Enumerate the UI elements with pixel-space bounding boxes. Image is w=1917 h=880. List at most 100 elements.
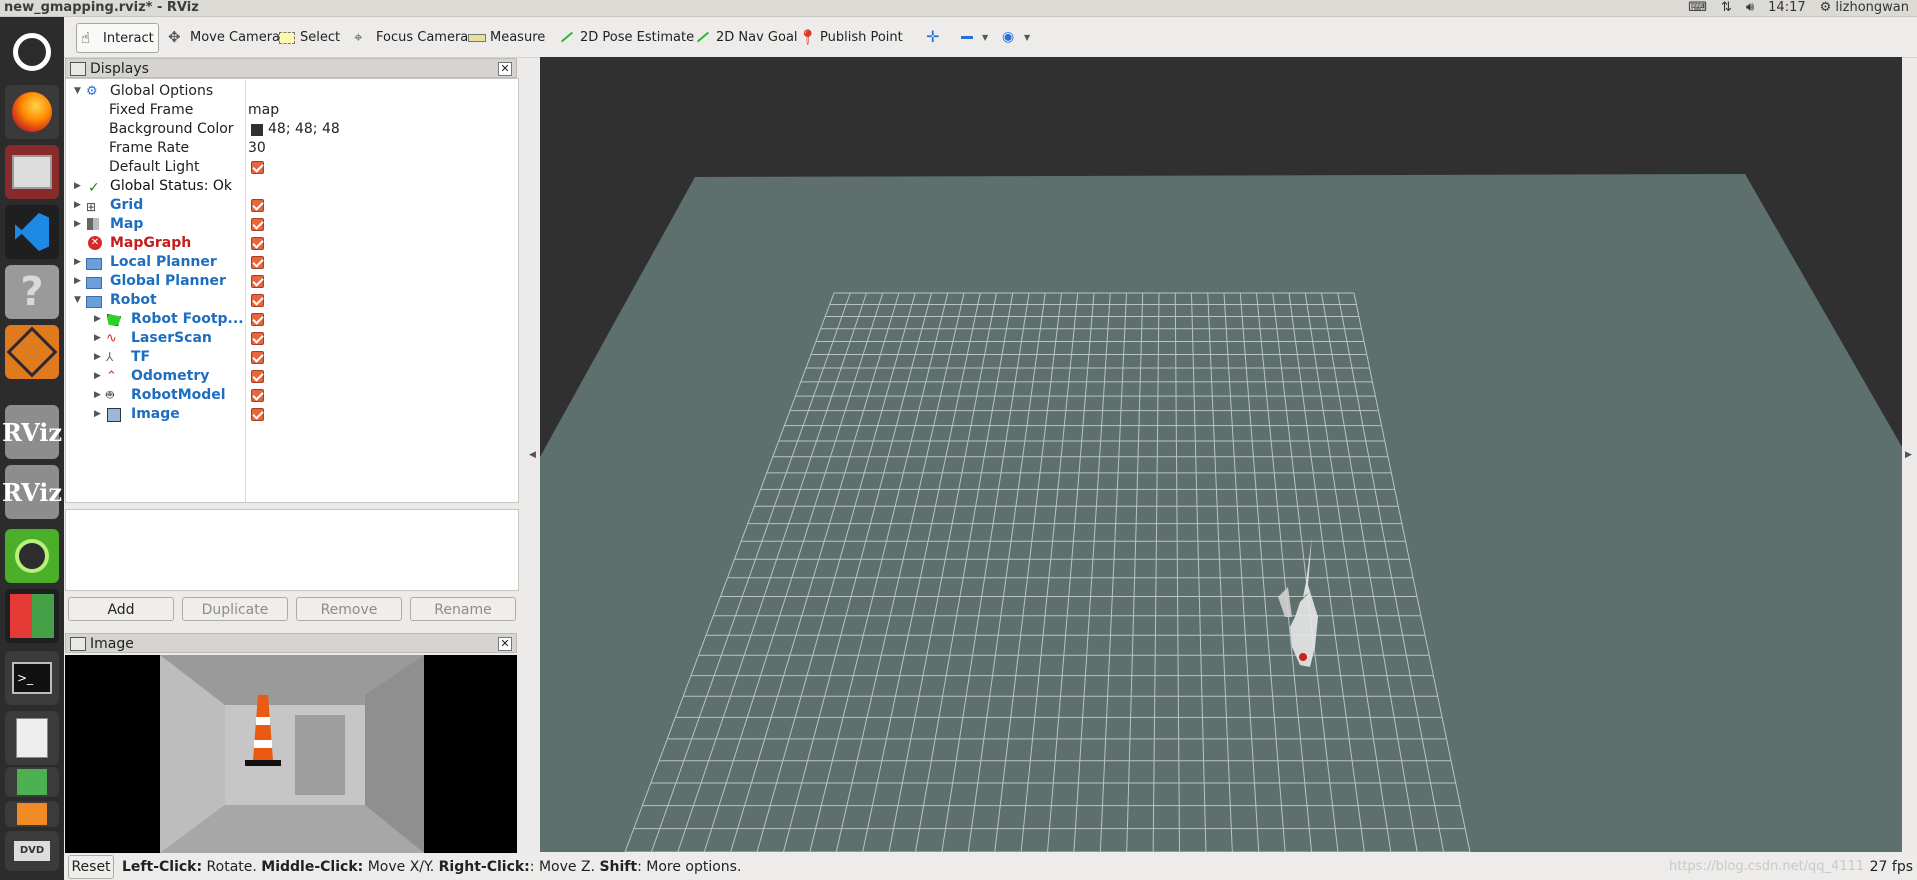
expanded-arrow-icon[interactable]: ▼ — [74, 86, 84, 96]
tree-row-default-light[interactable]: Default Light — [66, 158, 516, 177]
display-enabled-checkbox[interactable] — [251, 351, 264, 364]
image-icon — [106, 407, 121, 422]
display-label: Robot Footp... — [131, 311, 244, 327]
collapsed-arrow-icon[interactable]: ▶ — [74, 181, 84, 191]
tree-row-odometry[interactable]: ▶ ⌃ Odometry — [66, 367, 516, 386]
display-enabled-checkbox[interactable] — [251, 408, 264, 421]
tree-row-grid[interactable]: ▶ ⊞ Grid — [66, 196, 516, 215]
color-swatch[interactable] — [251, 124, 263, 136]
ubuntu-home-icon[interactable] — [5, 25, 59, 79]
package-icon[interactable] — [5, 325, 59, 379]
display-enabled-checkbox[interactable] — [251, 275, 264, 288]
measure-tool-button[interactable]: Measure — [464, 23, 549, 51]
minus-icon — [960, 29, 976, 45]
default-light-checkbox[interactable] — [251, 161, 264, 174]
dvd-icon[interactable]: DVD — [5, 831, 59, 871]
collapsed-arrow-icon[interactable]: ▶ — [94, 371, 104, 381]
files-icon[interactable] — [5, 145, 59, 199]
display-enabled-checkbox[interactable] — [251, 370, 264, 383]
splitter-left-arrow-icon[interactable]: ◀ — [529, 450, 536, 460]
terminal-icon[interactable]: >_ — [5, 651, 59, 705]
collapsed-arrow-icon[interactable]: ▶ — [94, 390, 104, 400]
focus-camera-tool-button[interactable]: ⌖ Focus Camera — [350, 23, 472, 51]
remove-tool-button[interactable]: ▼ — [956, 23, 992, 51]
keyboard-icon[interactable]: ⌨ — [1688, 0, 1707, 15]
panels-menu-button[interactable]: ◉ ▼ — [998, 23, 1034, 51]
tree-row-local-planner[interactable]: ▶ Local Planner — [66, 253, 516, 272]
hint-text: Rotate. — [202, 859, 262, 875]
interact-tool-button[interactable]: ☝ Interact — [76, 23, 159, 53]
clock[interactable]: 14:17 — [1768, 0, 1805, 15]
display-enabled-checkbox[interactable] — [251, 294, 264, 307]
splitter-right-arrow-icon[interactable]: ▶ — [1905, 450, 1912, 460]
tree-row-robot-footprint[interactable]: ▶ Robot Footp... — [66, 310, 516, 329]
nav-goal-tool-button[interactable]: 2D Nav Goal — [690, 23, 802, 51]
rviz-icon-2[interactable]: RViz — [2, 465, 62, 519]
collapsed-arrow-icon[interactable]: ▶ — [94, 352, 104, 362]
tree-row-image[interactable]: ▶ Image — [66, 405, 516, 424]
map-grid-scene[interactable] — [540, 57, 1902, 852]
user-menu[interactable]: ⚙ lizhongwan — [1820, 0, 1909, 15]
3d-render-view[interactable] — [540, 57, 1902, 852]
add-display-button[interactable]: Add — [68, 597, 174, 621]
spreadsheet-icon[interactable] — [5, 767, 59, 797]
folder-icon — [86, 274, 102, 289]
collapsed-arrow-icon[interactable]: ▶ — [94, 409, 104, 419]
rename-display-button[interactable]: Rename — [410, 597, 516, 621]
hint-text: : Move Z. — [529, 859, 600, 875]
collapsed-arrow-icon[interactable]: ▶ — [74, 200, 84, 210]
tree-row-fixed-frame[interactable]: Fixed Frame map — [66, 101, 516, 120]
collapsed-arrow-icon[interactable]: ▶ — [94, 333, 104, 343]
tree-row-global-planner[interactable]: ▶ Global Planner — [66, 272, 516, 291]
firefox-icon[interactable] — [5, 85, 59, 139]
select-tool-button[interactable]: Select — [274, 23, 344, 51]
display-enabled-checkbox[interactable] — [251, 389, 264, 402]
collapsed-arrow-icon[interactable]: ▶ — [94, 314, 104, 324]
hint-key: Middle-Click: — [261, 859, 364, 875]
image-viewer-icon[interactable] — [5, 711, 59, 765]
reset-view-button[interactable]: Reset — [68, 855, 114, 879]
add-tool-button[interactable]: ✛ — [922, 23, 946, 51]
display-enabled-checkbox[interactable] — [251, 237, 264, 250]
software-center-icon[interactable] — [5, 801, 59, 827]
tree-row-frame-rate[interactable]: Frame Rate 30 — [66, 139, 516, 158]
tree-row-tf[interactable]: ▶ ⅄ TF — [66, 348, 516, 367]
pose-estimate-tool-button[interactable]: 2D Pose Estimate — [554, 23, 698, 51]
tree-label: Global Options — [110, 83, 214, 99]
tree-row-laserscan[interactable]: ▶ ∿ LaserScan — [66, 329, 516, 348]
remove-display-button[interactable]: Remove — [296, 597, 402, 621]
vscode-icon[interactable] — [5, 205, 59, 259]
frame-rate-value[interactable]: 30 — [248, 139, 266, 158]
display-label: LaserScan — [131, 330, 212, 346]
display-enabled-checkbox[interactable] — [251, 218, 264, 231]
close-icon[interactable]: ✕ — [498, 637, 512, 651]
display-label: Map — [110, 216, 144, 232]
collapsed-arrow-icon[interactable]: ▶ — [74, 219, 84, 229]
tree-row-background-color[interactable]: Background Color 48; 48; 48 — [66, 120, 516, 139]
display-enabled-checkbox[interactable] — [251, 313, 264, 326]
display-enabled-checkbox[interactable] — [251, 199, 264, 212]
tree-row-map[interactable]: ▶ Map — [66, 215, 516, 234]
collapsed-arrow-icon[interactable]: ▶ — [74, 276, 84, 286]
background-color-value[interactable]: 48; 48; 48 — [268, 120, 340, 139]
camera-image — [160, 655, 424, 853]
expanded-arrow-icon[interactable]: ▼ — [74, 295, 84, 305]
tree-row-robotmodel[interactable]: ▶ 🤖︎ RobotModel — [66, 386, 516, 405]
collapsed-arrow-icon[interactable]: ▶ — [74, 257, 84, 267]
display-enabled-checkbox[interactable] — [251, 256, 264, 269]
network-icon[interactable]: ⇅ — [1721, 0, 1732, 15]
duplicate-display-button[interactable]: Duplicate — [182, 597, 288, 621]
hint-text: Move X/Y. — [363, 859, 439, 875]
volume-icon[interactable]: 🔊︎ — [1746, 0, 1754, 15]
close-icon[interactable]: ✕ — [498, 62, 512, 76]
publish-point-tool-button[interactable]: 📍︎ Publish Point — [794, 23, 907, 51]
gazebo-icon[interactable] — [5, 529, 59, 583]
help-icon[interactable]: ? — [5, 265, 59, 319]
fixed-frame-value[interactable]: map — [248, 101, 279, 120]
display-enabled-checkbox[interactable] — [251, 332, 264, 345]
workspace-switcher-icon[interactable] — [5, 589, 59, 643]
move-camera-tool-button[interactable]: ✥ Move Camera — [164, 23, 284, 51]
tree-row-mapgraph[interactable]: ✕ MapGraph — [66, 234, 516, 253]
tree-row-robot[interactable]: ▼ Robot — [66, 291, 516, 310]
rviz-icon[interactable]: RViz — [2, 405, 62, 459]
